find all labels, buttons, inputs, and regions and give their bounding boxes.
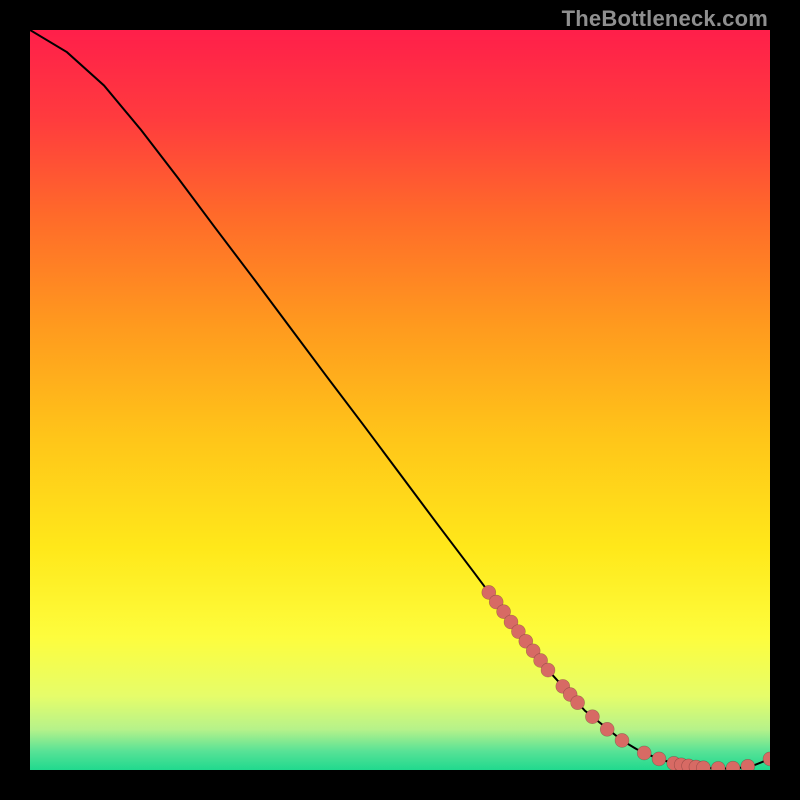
data-point [585,710,599,724]
watermark-text: TheBottleneck.com [562,6,768,32]
data-point [652,752,666,766]
data-point [637,746,651,760]
data-point [571,696,585,710]
data-point [541,663,555,677]
data-point [615,733,629,747]
data-point [600,722,614,736]
chart-plot [30,30,770,770]
gradient-background [30,30,770,770]
data-point [741,759,755,770]
chart-frame [30,30,770,770]
